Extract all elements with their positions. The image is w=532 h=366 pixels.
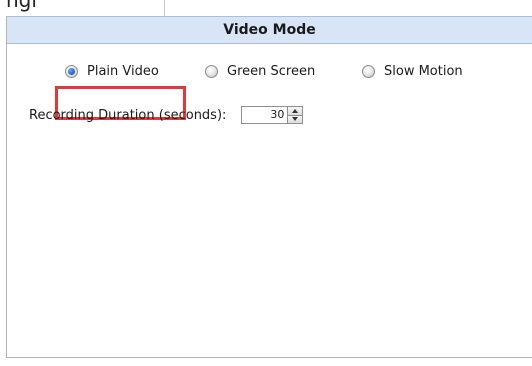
panel-header: Video Mode: [7, 16, 532, 44]
bottom-strip: [0, 358, 532, 366]
recording-duration-value[interactable]: 30: [242, 107, 287, 123]
spinner-up-button[interactable]: [288, 107, 303, 115]
recording-duration-spinner[interactable]: 30: [241, 106, 304, 124]
radio-button-unselected[interactable]: [362, 64, 375, 78]
triangle-down-icon: [292, 117, 299, 122]
radio-label-slow-motion: Slow Motion: [384, 63, 463, 79]
top-strip-separator: [164, 0, 165, 16]
panel-title: Video Mode: [223, 22, 316, 38]
radio-label-plain-video: Plain Video: [87, 63, 159, 79]
spinner-buttons: [287, 107, 303, 123]
radio-label-green-screen: Green Screen: [227, 63, 316, 79]
video-mode-radio-group: Plain Video Green Screen Slow Motion: [7, 54, 532, 120]
radio-button-unselected[interactable]: [205, 64, 218, 78]
top-strip: ngi: [0, 0, 532, 16]
top-strip-partial-text: ngi: [6, 0, 37, 12]
recording-duration-label: Recording Duration (seconds):: [29, 107, 227, 123]
radio-button-selected[interactable]: [65, 64, 78, 78]
triangle-up-icon: [292, 108, 299, 113]
radio-slow-motion[interactable]: Slow Motion: [362, 62, 463, 80]
spinner-down-button[interactable]: [288, 114, 303, 123]
radio-plain-video[interactable]: Plain Video: [65, 62, 159, 80]
radio-green-screen[interactable]: Green Screen: [205, 62, 315, 80]
recording-duration-row: Recording Duration (seconds): 30: [29, 104, 304, 126]
video-mode-panel: Video Mode Plain Video Green Screen Slow…: [6, 16, 532, 358]
